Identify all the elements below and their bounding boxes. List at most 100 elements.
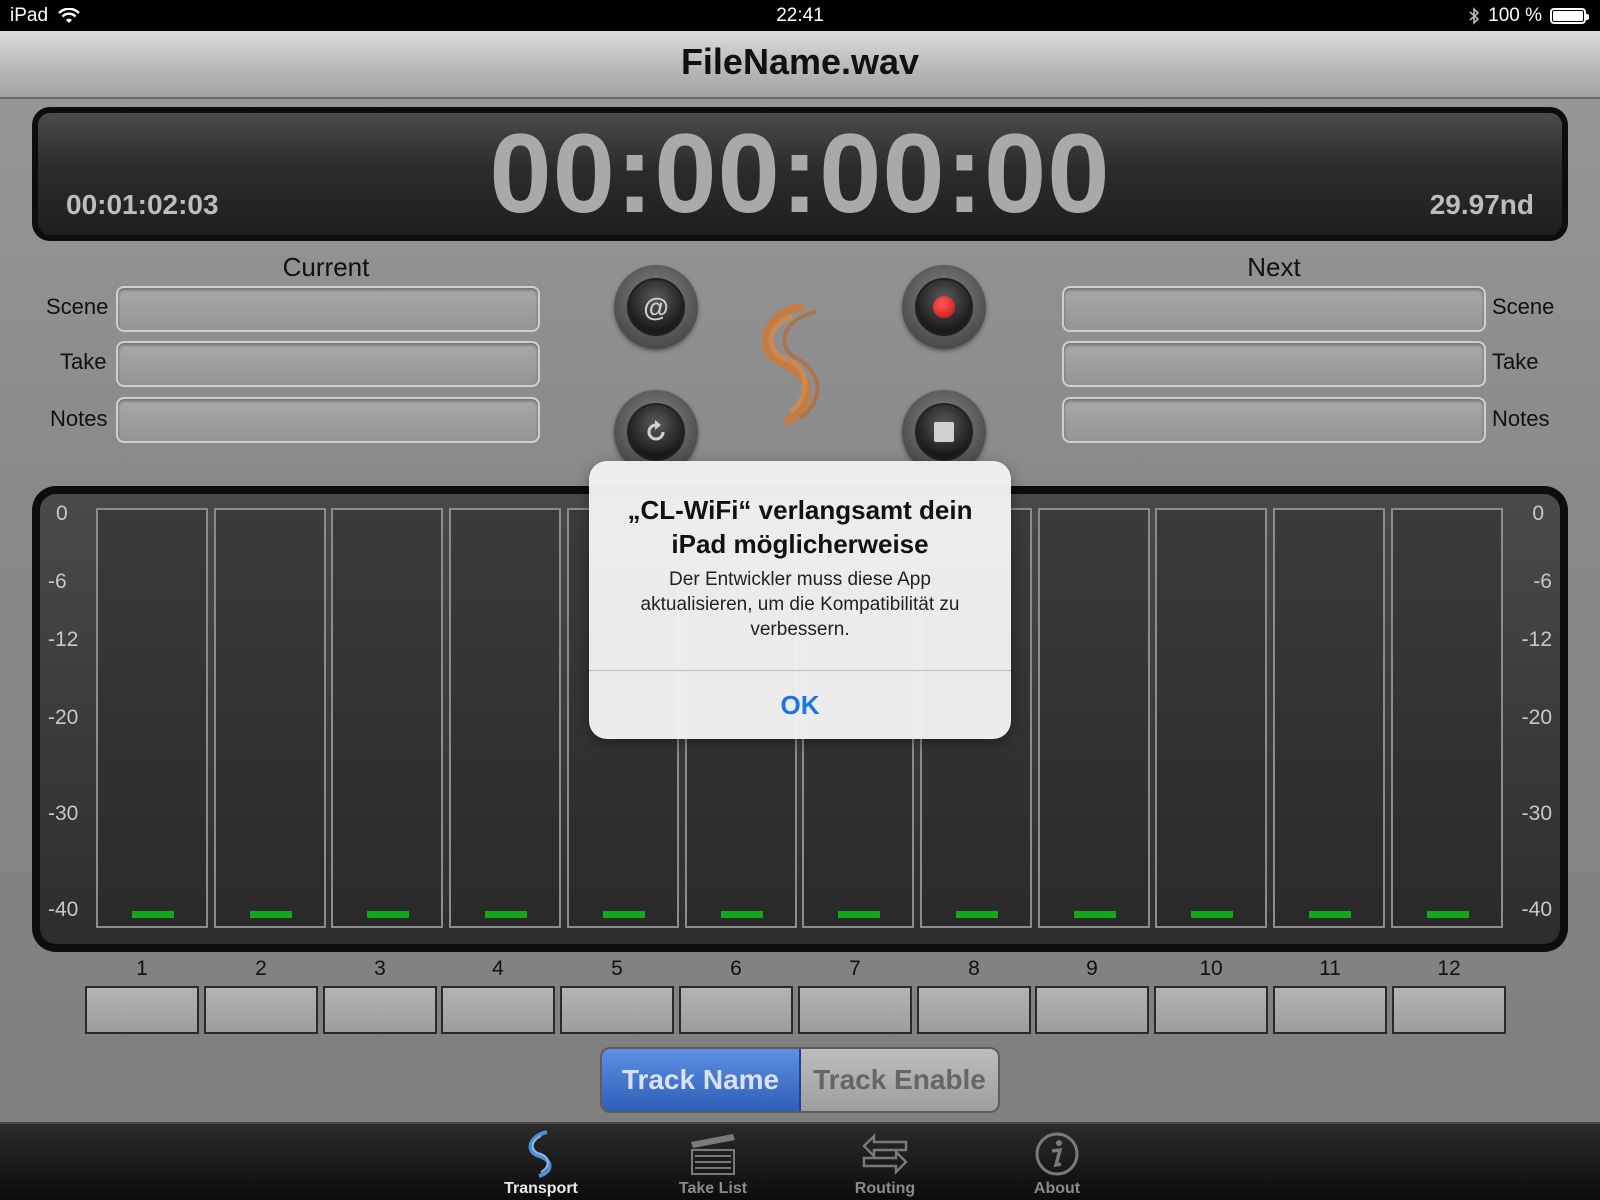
tab-bar: Transport Take List Routing About	[0, 1122, 1600, 1200]
tab-about-label: About	[1033, 1180, 1081, 1197]
tab-routing-label: Routing	[854, 1180, 916, 1197]
track-number-label: 9	[1086, 957, 1098, 980]
track-number-label: 3	[374, 957, 386, 980]
meter-scale-right-label: -30	[1521, 802, 1552, 825]
track-enable-segment[interactable]: Track Enable	[801, 1049, 998, 1111]
next-notes-field[interactable]	[1062, 397, 1486, 443]
level-indicator	[721, 911, 763, 918]
next-take-label: Take	[1492, 349, 1539, 374]
current-notes-field[interactable]	[116, 397, 540, 443]
next-heading: Next	[1247, 252, 1301, 282]
track-name-field[interactable]	[204, 986, 318, 1034]
track-name-field[interactable]	[441, 986, 555, 1034]
meter-scale-left-label: 0	[56, 502, 68, 525]
track-name-field[interactable]	[679, 986, 793, 1034]
transport-logo-icon	[528, 1130, 552, 1178]
record-icon	[933, 296, 955, 318]
track-number-label: 5	[611, 957, 623, 980]
level-indicator	[603, 911, 645, 918]
track-number-label: 10	[1199, 957, 1223, 980]
level-meter	[1038, 508, 1150, 928]
level-indicator	[956, 911, 998, 918]
next-scene-label: Scene	[1492, 294, 1555, 319]
alert-message: Der Entwickler muss diese App aktualisie…	[640, 569, 960, 640]
meter-scale-left-label: -12	[48, 628, 79, 651]
timecode-panel: 00:00:00:00 00:01:02:03 29.97nd	[32, 107, 1568, 241]
track-name-field[interactable]	[917, 986, 1031, 1034]
meter-scale-right-label: -12	[1521, 628, 1552, 651]
meter-scale-left-label: -20	[48, 706, 79, 729]
level-indicator	[367, 911, 409, 918]
frame-rate: 29.97nd	[1429, 189, 1534, 220]
level-indicator	[250, 911, 292, 918]
tab-about[interactable]: About	[982, 1130, 1132, 1198]
level-meter	[331, 508, 443, 928]
timecode-elapsed: 00:01:02:03	[66, 189, 219, 220]
file-title: FileName.wav	[0, 31, 1600, 99]
status-bar: iPad 22:41 100 %	[0, 0, 1600, 31]
level-indicator	[1427, 911, 1469, 918]
next-notes-label: Notes	[1492, 406, 1550, 431]
battery-percent: 100 %	[1488, 5, 1542, 26]
level-meter	[1391, 508, 1503, 928]
locate-button[interactable]: @	[614, 265, 698, 349]
meter-scale-right-label: -20	[1521, 706, 1552, 729]
level-meter	[1155, 508, 1267, 928]
level-meter	[449, 508, 561, 928]
level-indicator	[1309, 911, 1351, 918]
tab-take-list[interactable]: Take List	[638, 1130, 788, 1198]
meter-scale-left-label: -40	[48, 898, 79, 921]
track-name-field[interactable]	[1035, 986, 1149, 1034]
track-mode-segment: Track Name Track Enable	[600, 1047, 1000, 1113]
status-time: 22:41	[776, 5, 824, 26]
track-name-field[interactable]	[560, 986, 674, 1034]
track-name-field[interactable]	[1392, 986, 1506, 1034]
track-number-label: 6	[730, 957, 742, 980]
current-scene-label: Scene	[46, 294, 109, 319]
meter-scale-right-label: -40	[1521, 898, 1552, 921]
track-name-field[interactable]	[323, 986, 437, 1034]
track-number-label: 7	[849, 957, 861, 980]
tab-transport[interactable]: Transport	[466, 1130, 616, 1198]
timecode-main: 00:00:00:00	[489, 111, 1111, 236]
clapperboard-icon	[691, 1134, 735, 1175]
routing-arrows-icon	[862, 1133, 908, 1175]
meter-scale-right-label: 0	[1532, 502, 1544, 525]
record-button[interactable]	[902, 265, 986, 349]
alert-title: „CL-WiFi“ verlangsamt dein iPad mögliche…	[627, 495, 973, 559]
level-meter	[1273, 508, 1385, 928]
current-scene-field[interactable]	[116, 286, 540, 332]
track-number-label: 1	[136, 957, 148, 980]
track-number-label: 2	[255, 957, 267, 980]
current-notes-label: Notes	[50, 406, 108, 431]
meter-scale-left-label: -6	[48, 570, 67, 593]
track-number-label: 4	[492, 957, 504, 980]
level-indicator	[1074, 911, 1116, 918]
track-name-field[interactable]	[85, 986, 199, 1034]
stop-icon	[934, 422, 954, 442]
alert-ok-button[interactable]: OK	[589, 671, 1011, 739]
current-heading: Current	[282, 252, 370, 282]
status-right: 100 %	[1468, 5, 1589, 27]
track-name-field[interactable]	[798, 986, 912, 1034]
tab-take-list-label: Take List	[678, 1180, 748, 1197]
current-take-label: Take	[60, 349, 107, 374]
tab-transport-label: Transport	[504, 1180, 578, 1197]
next-scene-field[interactable]	[1062, 286, 1486, 332]
track-number-label: 8	[968, 957, 980, 980]
at-icon: @	[643, 291, 669, 322]
tab-routing[interactable]: Routing	[810, 1130, 960, 1198]
track-name-segment[interactable]: Track Name	[602, 1049, 801, 1111]
level-meter	[96, 508, 208, 928]
track-name-field[interactable]	[1273, 986, 1387, 1034]
battery-icon	[1550, 8, 1589, 24]
level-indicator	[1191, 911, 1233, 918]
track-number-label: 12	[1437, 957, 1461, 980]
meter-scale-left-label: -30	[48, 802, 79, 825]
current-take-field[interactable]	[116, 341, 540, 387]
track-name-field[interactable]	[1154, 986, 1268, 1034]
refresh-icon	[647, 420, 665, 441]
info-icon	[1035, 1132, 1079, 1176]
level-indicator	[132, 911, 174, 918]
next-take-field[interactable]	[1062, 341, 1486, 387]
